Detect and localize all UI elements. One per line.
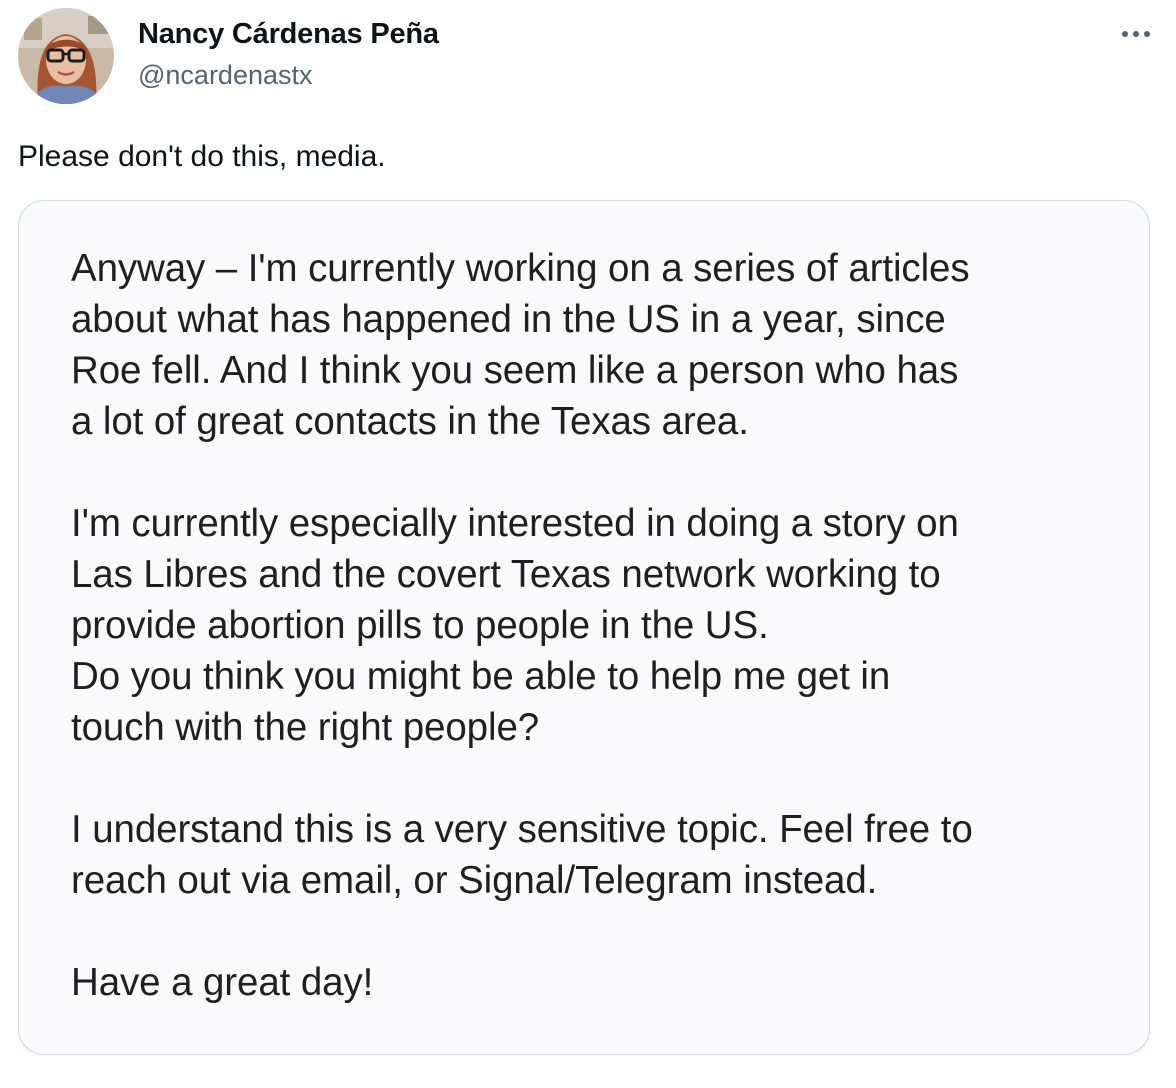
- message-line: I'm currently especially interested in d…: [71, 502, 959, 545]
- message-line: Roe fell. And I think you seem like a pe…: [71, 349, 959, 392]
- more-options-button[interactable]: [1118, 20, 1154, 48]
- tweet: Nancy Cárdenas Peña @ncardenastx Please …: [0, 0, 1176, 1088]
- message-line: a lot of great contacts in the Texas are…: [71, 400, 749, 443]
- message-line: Do you think you might be able to help m…: [71, 655, 891, 698]
- screenshot-message-text: Anyway – I'm currently working on a seri…: [71, 243, 1131, 1008]
- author-avatar[interactable]: [18, 8, 114, 104]
- more-horizontal-icon: [1122, 31, 1150, 37]
- message-line: Las Libres and the covert Texas network …: [71, 553, 941, 596]
- message-line: Have a great day!: [71, 961, 374, 1004]
- tweet-text: Please don't do this, media.: [18, 140, 386, 173]
- message-line: I understand this is a very sensitive to…: [71, 808, 973, 851]
- avatar-photo: [18, 8, 114, 104]
- author-handle[interactable]: @ncardenastx: [138, 58, 439, 92]
- author-display-name[interactable]: Nancy Cárdenas Peña: [138, 16, 439, 52]
- message-line: provide abortion pills to people in the …: [71, 604, 769, 647]
- message-line: touch with the right people?: [71, 706, 540, 749]
- author-block: Nancy Cárdenas Peña @ncardenastx: [138, 16, 439, 92]
- message-line: Anyway – I'm currently working on a seri…: [71, 247, 970, 290]
- message-line: about what has happened in the US in a y…: [71, 298, 946, 341]
- media-attachment[interactable]: Anyway – I'm currently working on a seri…: [18, 200, 1150, 1055]
- message-line: reach out via email, or Signal/Telegram …: [71, 859, 878, 902]
